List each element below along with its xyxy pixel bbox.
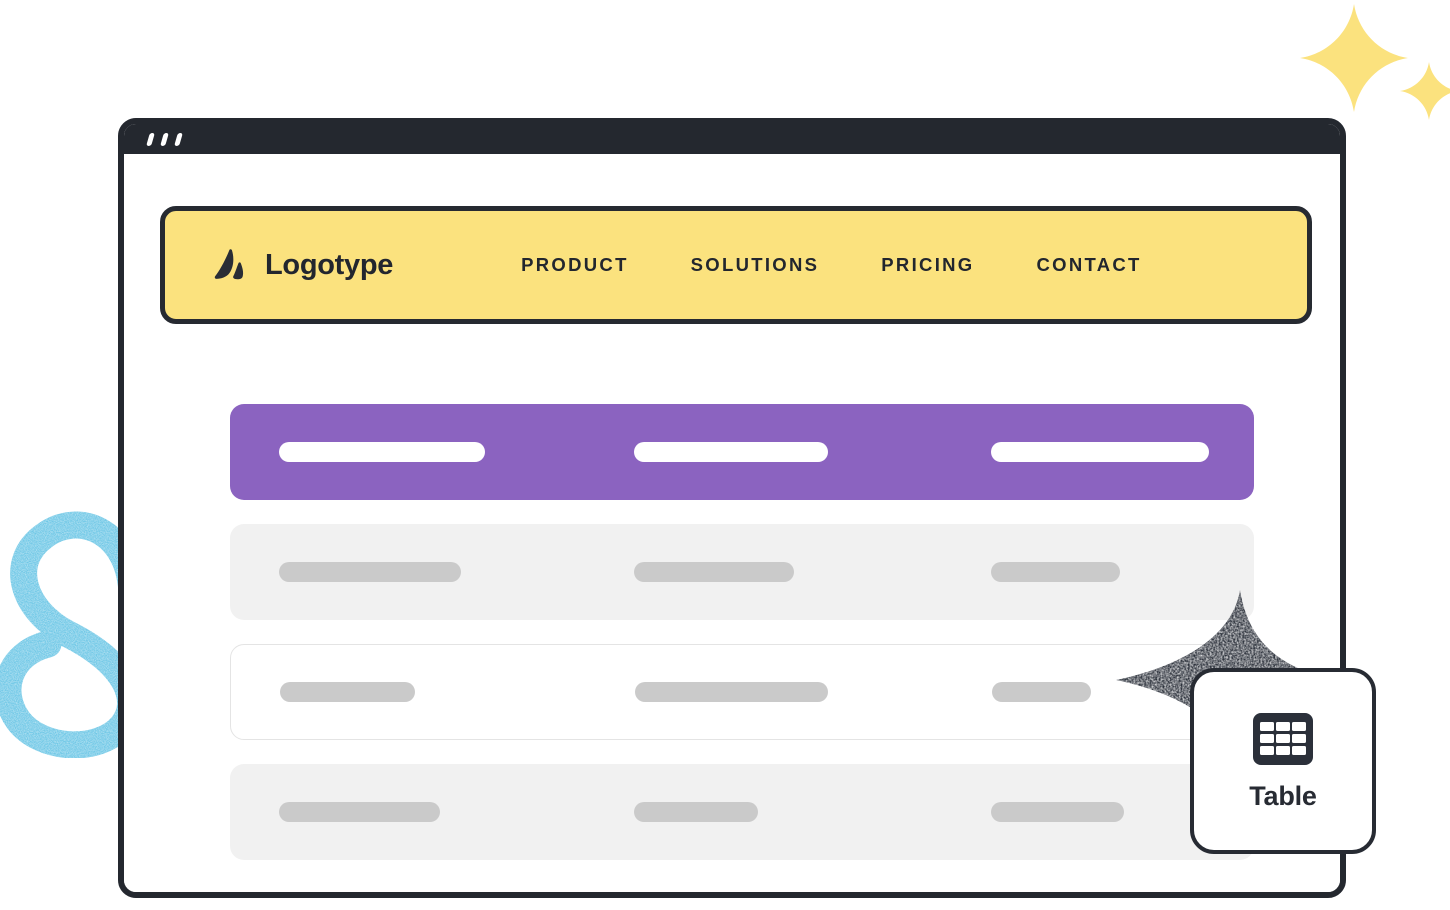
window-dot bbox=[160, 133, 169, 146]
nav-link-product[interactable]: PRODUCT bbox=[521, 254, 629, 276]
window-dots-icon[interactable] bbox=[146, 133, 183, 146]
placeholder-bar bbox=[279, 562, 461, 582]
table-cell bbox=[279, 562, 461, 582]
table-cell bbox=[634, 562, 794, 582]
browser-viewport: Logotype PRODUCT SOLUTIONS PRICING CONTA… bbox=[124, 154, 1340, 892]
table-header-row bbox=[230, 404, 1254, 500]
site-navbar: Logotype PRODUCT SOLUTIONS PRICING CONTA… bbox=[160, 206, 1312, 324]
table-cell bbox=[991, 802, 1124, 822]
placeholder-bar bbox=[991, 802, 1124, 822]
table-row[interactable] bbox=[230, 764, 1254, 860]
placeholder-bar bbox=[634, 442, 828, 462]
placeholder-bar bbox=[992, 682, 1091, 702]
placeholder-bar bbox=[991, 562, 1120, 582]
placeholder-bar bbox=[635, 682, 828, 702]
table-header-cell bbox=[279, 442, 485, 462]
placeholder-bar bbox=[280, 682, 415, 702]
brand-logo[interactable]: Logotype bbox=[212, 246, 393, 284]
four-point-star-icon bbox=[1400, 62, 1450, 120]
table-row[interactable] bbox=[230, 644, 1254, 740]
table-grid-icon bbox=[1253, 712, 1313, 765]
table-cell bbox=[280, 682, 415, 702]
window-dot bbox=[174, 133, 183, 146]
table-header-cell bbox=[991, 442, 1209, 462]
table-cell bbox=[635, 682, 828, 702]
table-cell bbox=[991, 562, 1120, 582]
nav-link-solutions[interactable]: SOLUTIONS bbox=[691, 254, 820, 276]
window-dot bbox=[146, 133, 155, 146]
table-cell bbox=[279, 802, 440, 822]
atlassian-style-logo-mark-icon bbox=[214, 249, 244, 280]
nav-link-pricing[interactable]: PRICING bbox=[881, 254, 974, 276]
table-cell bbox=[634, 802, 758, 822]
placeholder-bar bbox=[279, 442, 485, 462]
data-table bbox=[230, 404, 1254, 860]
table-badge-label: Table bbox=[1249, 780, 1317, 811]
four-point-star-icon bbox=[1300, 4, 1408, 112]
brand-name: Logotype bbox=[265, 248, 394, 281]
placeholder-bar bbox=[991, 442, 1209, 462]
table-row[interactable] bbox=[230, 524, 1254, 620]
table-header-cell bbox=[634, 442, 828, 462]
illustration-canvas: Logotype PRODUCT SOLUTIONS PRICING CONTA… bbox=[0, 0, 1450, 910]
table-badge-card[interactable]: Table bbox=[1190, 668, 1376, 854]
placeholder-bar bbox=[279, 802, 440, 822]
nav-link-contact[interactable]: CONTACT bbox=[1037, 254, 1142, 276]
placeholder-bar bbox=[634, 562, 794, 582]
browser-window: Logotype PRODUCT SOLUTIONS PRICING CONTA… bbox=[118, 118, 1346, 898]
browser-title-bar bbox=[124, 124, 1340, 154]
nav-links: PRODUCT SOLUTIONS PRICING CONTACT bbox=[521, 254, 1142, 276]
placeholder-bar bbox=[634, 802, 758, 822]
table-cell bbox=[992, 682, 1091, 702]
